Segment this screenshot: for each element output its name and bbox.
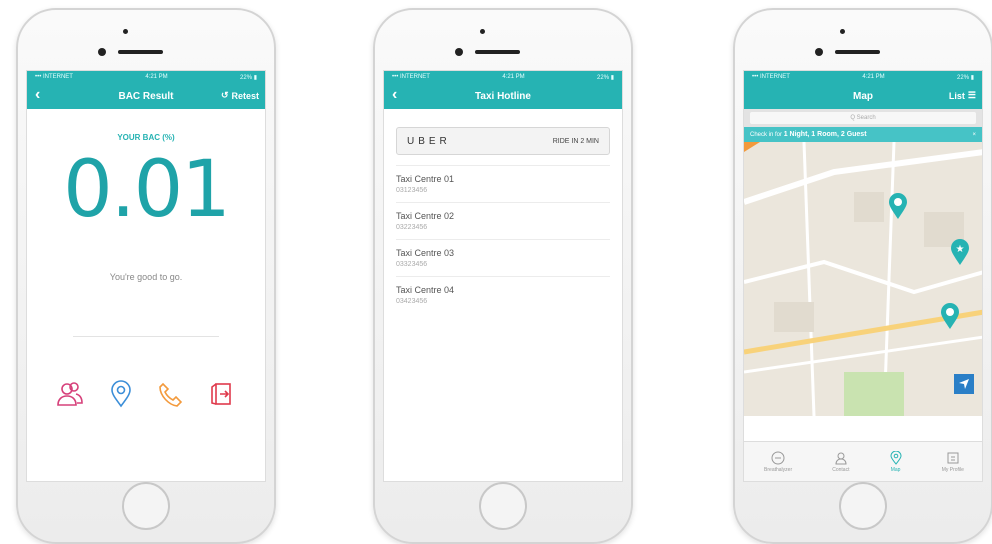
promo-prefix: Check in for — [750, 132, 783, 138]
phone-map: ••• INTERNET 4:21 PM 22% ▮ Map List ☰ Q … — [733, 8, 992, 544]
screen-bac: ••• INTERNET 4:21 PM 22% ▮ ‹ BAC Result … — [26, 70, 266, 482]
earpiece-speaker — [118, 50, 163, 54]
promo-banner[interactable]: Check in for 1 Night, 1 Room, 2 Guest × — [744, 127, 982, 142]
search-input[interactable]: Q Search — [750, 112, 976, 124]
taxi-name: Taxi Centre 04 — [396, 285, 455, 295]
carrier-text: ••• INTERNET — [35, 74, 73, 80]
contacts-icon[interactable] — [55, 379, 85, 409]
uber-logo: UBER — [407, 135, 451, 147]
map-graphic — [744, 141, 982, 417]
list-button[interactable]: List ☰ — [949, 90, 976, 101]
time-text: 4:21 PM — [502, 74, 525, 80]
promo-bold: 1 Night, 1 Room, 2 Guest — [783, 131, 867, 138]
taxi-name: Taxi Centre 02 — [396, 211, 455, 221]
home-button[interactable] — [839, 482, 887, 530]
tab-bar: Breathalyzer Contact Map My Profile — [744, 441, 982, 481]
page-title: Map — [853, 90, 873, 102]
list-item[interactable]: Taxi Centre 01 03123456 — [396, 165, 610, 202]
retest-button[interactable]: ↺ Retest — [221, 90, 259, 101]
map-marker-icon[interactable] — [888, 192, 908, 225]
carrier-text: ••• INTERNET — [752, 74, 790, 80]
map-view[interactable]: ★ — [744, 141, 982, 417]
front-camera — [98, 48, 106, 56]
tab-label: Contact — [832, 466, 850, 473]
status-bar: ••• INTERNET 4:21 PM 22% ▮ — [384, 71, 622, 83]
action-row — [27, 379, 265, 409]
location-pin-icon[interactable] — [106, 379, 136, 409]
battery-text: 22% ▮ — [957, 74, 974, 81]
taxi-list: Taxi Centre 01 03123456 Taxi Centre 02 0… — [384, 165, 622, 313]
locate-me-icon[interactable] — [954, 374, 974, 394]
back-icon[interactable]: ‹ — [35, 87, 40, 103]
home-button[interactable] — [479, 482, 527, 530]
phone-taxi-hotline: ••• INTERNET 4:21 PM 22% ▮ ‹ Taxi Hotlin… — [373, 8, 633, 544]
front-camera — [455, 48, 463, 56]
list-label: List — [948, 90, 965, 101]
earpiece-speaker — [475, 50, 520, 54]
status-bar: ••• INTERNET 4:21 PM 22% ▮ — [27, 71, 265, 83]
nav-bar: Map List ☰ — [744, 83, 982, 109]
contact-icon — [835, 452, 847, 464]
map-marker-star-icon[interactable]: ★ — [950, 238, 970, 271]
page-title: BAC Result — [118, 90, 174, 102]
divider — [73, 336, 219, 337]
map-pin-icon — [890, 450, 902, 465]
back-icon[interactable]: ‹ — [392, 87, 397, 103]
status-bar: ••• INTERNET 4:21 PM 22% ▮ — [744, 71, 982, 83]
tab-label: Breathalyzer — [764, 466, 793, 473]
taxi-phone: 03423456 — [396, 298, 428, 305]
retest-icon: ↺ — [220, 90, 229, 100]
bac-value: 0.01 — [63, 145, 231, 235]
uber-button[interactable]: UBER RIDE IN 2 MIN — [396, 127, 610, 155]
exit-door-icon[interactable] — [207, 379, 237, 409]
tab-breathalyzer[interactable]: Breathalyzer — [764, 451, 792, 473]
front-camera — [815, 48, 823, 56]
tab-my-profile[interactable]: My Profile — [942, 451, 964, 473]
phone-bac-result: ••• INTERNET 4:21 PM 22% ▮ ‹ BAC Result … — [16, 8, 276, 544]
home-button[interactable] — [122, 482, 170, 530]
carrier-text: ••• INTERNET — [392, 74, 430, 80]
retest-label: Retest — [231, 90, 259, 101]
list-item[interactable]: Taxi Centre 03 03323456 — [396, 239, 610, 276]
camera-dot — [840, 29, 845, 34]
list-item[interactable]: Taxi Centre 04 03423456 — [396, 276, 610, 313]
screen-taxi: ••• INTERNET 4:21 PM 22% ▮ ‹ Taxi Hotlin… — [383, 70, 623, 482]
bac-message: You're good to go. — [109, 272, 183, 282]
taxi-phone: 03123456 — [396, 187, 428, 194]
camera-dot — [480, 29, 485, 34]
phone-call-icon[interactable] — [156, 379, 186, 409]
list-icon: ☰ — [967, 90, 976, 100]
uber-eta: RIDE IN 2 MIN — [552, 137, 599, 145]
taxi-name: Taxi Centre 03 — [396, 248, 455, 258]
list-item[interactable]: Taxi Centre 02 03223456 — [396, 202, 610, 239]
close-icon[interactable]: × — [972, 132, 976, 138]
page-title: Taxi Hotline — [475, 90, 531, 102]
map-marker-icon[interactable] — [940, 302, 960, 335]
search-bar: Q Search — [744, 109, 982, 127]
promo-text: Check in for 1 Night, 1 Room, 2 Guest — [750, 131, 867, 138]
camera-dot — [123, 29, 128, 34]
time-text: 4:21 PM — [862, 74, 885, 80]
taxi-phone: 03323456 — [396, 261, 428, 268]
earpiece-speaker — [835, 50, 880, 54]
tab-contact[interactable]: Contact — [832, 451, 849, 473]
tab-label: Map — [890, 466, 901, 473]
bac-label: YOUR BAC (%) — [117, 133, 175, 142]
tab-label: My Profile — [941, 466, 964, 473]
battery-text: 22% ▮ — [240, 74, 257, 81]
svg-text:★: ★ — [956, 244, 965, 255]
nav-bar: ‹ Taxi Hotline — [384, 83, 622, 109]
time-text: 4:21 PM — [145, 74, 168, 80]
screen-map: ••• INTERNET 4:21 PM 22% ▮ Map List ☰ Q … — [743, 70, 983, 482]
nav-bar: ‹ BAC Result ↺ Retest — [27, 83, 265, 109]
profile-icon — [947, 452, 959, 463]
stage: ••• INTERNET 4:21 PM 22% ▮ ‹ BAC Result … — [0, 0, 992, 544]
battery-text: 22% ▮ — [597, 74, 614, 81]
taxi-name: Taxi Centre 01 — [396, 174, 455, 184]
tab-map[interactable]: Map — [890, 450, 902, 473]
taxi-phone: 03223456 — [396, 224, 428, 231]
breathalyzer-icon — [771, 451, 785, 464]
